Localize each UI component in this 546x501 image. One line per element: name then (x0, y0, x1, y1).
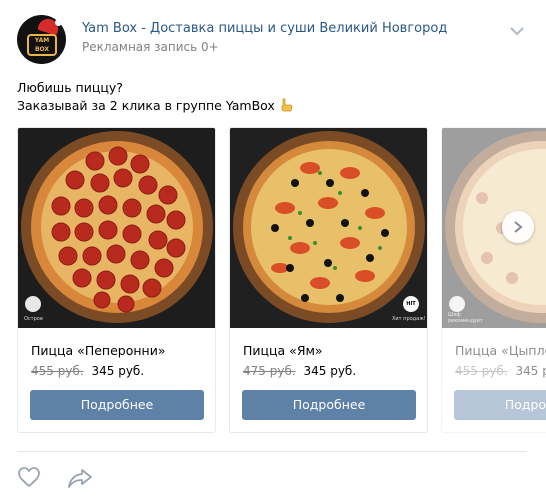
more-button[interactable]: Подробнее (454, 390, 546, 420)
product-carousel[interactable]: Острое Пицца «Пеперонни» 455 руб. 345 ру… (17, 127, 546, 434)
badge-label: Шеф рекомендует (448, 312, 483, 324)
more-button[interactable]: Подробнее (242, 390, 416, 420)
new-price: 345 руб. (303, 364, 357, 378)
old-price: 475 руб. (243, 364, 296, 378)
product-photo[interactable]: HIT Хит продаж! (230, 128, 427, 328)
share-icon[interactable] (67, 467, 93, 489)
product-price: 455 руб. 345 руб. (455, 364, 546, 378)
new-price: 345 руб. (91, 364, 145, 378)
product-price: 455 руб. 345 руб. (31, 364, 144, 378)
old-price: 455 руб. (31, 364, 84, 378)
post-subtitle: Рекламная запись 0+ (82, 40, 219, 54)
pointing-hand-emoji (281, 98, 293, 112)
product-name[interactable]: Пицца «Цыпле (455, 343, 546, 358)
post-text-line-2: Заказывай за 2 клика в группе YamBox (17, 98, 275, 113)
chef-badge-icon (449, 296, 465, 312)
product-price: 475 руб. 345 руб. (243, 364, 356, 378)
yambox-logo: YAM BOX (27, 34, 57, 56)
product-name[interactable]: Пицца «Пеперонни» (31, 343, 165, 358)
post-text-line-1: Любишь пиццу? (17, 80, 123, 95)
badge-label: Хит продаж! (392, 316, 426, 322)
product-photo[interactable]: Острое (18, 128, 215, 328)
product-card[interactable]: Острое Пицца «Пеперонни» 455 руб. 345 ру… (17, 127, 216, 433)
group-avatar[interactable]: YAM BOX (17, 15, 66, 64)
new-price: 345 руб. (515, 364, 546, 378)
divider (17, 451, 527, 452)
hit-badge-icon: HIT (403, 296, 419, 312)
product-card[interactable]: Шеф рекомендует Пицца «Цыпле 455 руб. 34… (441, 127, 546, 433)
spicy-badge-icon (25, 296, 41, 312)
ad-post: YAM BOX Yam Box - Доставка пиццы и суши … (0, 0, 546, 501)
post-author[interactable]: Yam Box - Доставка пиццы и суши Великий … (82, 21, 447, 36)
next-arrow-icon[interactable] (502, 211, 534, 243)
post-text: Любишь пиццу? Заказывай за 2 клика в гру… (17, 79, 293, 115)
badge-label: Острое (24, 316, 43, 322)
old-price: 455 руб. (455, 364, 508, 378)
heart-icon[interactable] (17, 466, 41, 488)
more-button[interactable]: Подробнее (30, 390, 204, 420)
chevron-down-icon[interactable] (507, 25, 527, 37)
product-name[interactable]: Пицца «Ям» (243, 343, 323, 358)
product-card[interactable]: HIT Хит продаж! Пицца «Ям» 475 руб. 345 … (229, 127, 428, 433)
